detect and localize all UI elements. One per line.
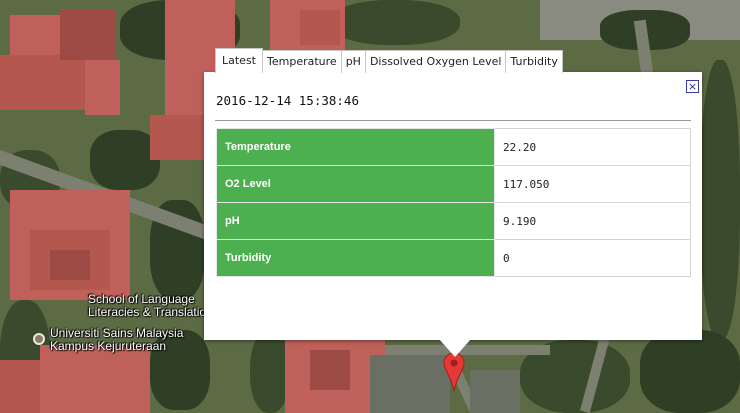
table-row: O2 Level 117.050: [216, 165, 691, 203]
info-window-pointer: [439, 339, 471, 357]
university-icon[interactable]: [33, 333, 45, 345]
reading-label-temperature: Temperature: [216, 128, 495, 166]
table-row: Turbidity 0: [216, 239, 691, 277]
table-row: Temperature 22.20: [216, 128, 691, 166]
reading-label-ph: pH: [216, 202, 495, 240]
divider: [215, 120, 691, 121]
map-label-school[interactable]: School of Language Literacies & Translat…: [88, 293, 206, 319]
close-icon[interactable]: ×: [686, 80, 699, 93]
reading-value-turbidity: 0: [494, 239, 691, 277]
tab-turbidity[interactable]: Turbidity: [505, 50, 563, 73]
reading-value-ph: 9.190: [494, 202, 691, 240]
readings-table: Temperature 22.20 O2 Level 117.050 pH 9.…: [216, 128, 691, 277]
tab-latest[interactable]: Latest: [215, 48, 263, 73]
map-label-university[interactable]: Universiti Sains Malaysia Kampus Kejurut…: [50, 327, 183, 353]
map-marker-icon[interactable]: [443, 352, 465, 392]
reading-value-o2-level: 117.050: [494, 165, 691, 203]
school-label-line2: Literacies & Translatio: [88, 305, 207, 319]
table-row: pH 9.190: [216, 202, 691, 240]
reading-label-turbidity: Turbidity: [216, 239, 495, 277]
university-label-line2: Kampus Kejuruteraan: [50, 339, 167, 353]
tab-dissolved-oxygen-level[interactable]: Dissolved Oxygen Level: [364, 50, 507, 73]
tab-ph[interactable]: pH: [340, 50, 366, 73]
reading-label-o2-level: O2 Level: [216, 165, 495, 203]
tab-temperature[interactable]: Temperature: [262, 50, 342, 73]
info-window-tabs: Latest Temperature pH Dissolved Oxygen L…: [215, 48, 563, 73]
reading-value-temperature: 22.20: [494, 128, 691, 166]
reading-timestamp: 2016-12-14 15:38:46: [216, 93, 359, 108]
